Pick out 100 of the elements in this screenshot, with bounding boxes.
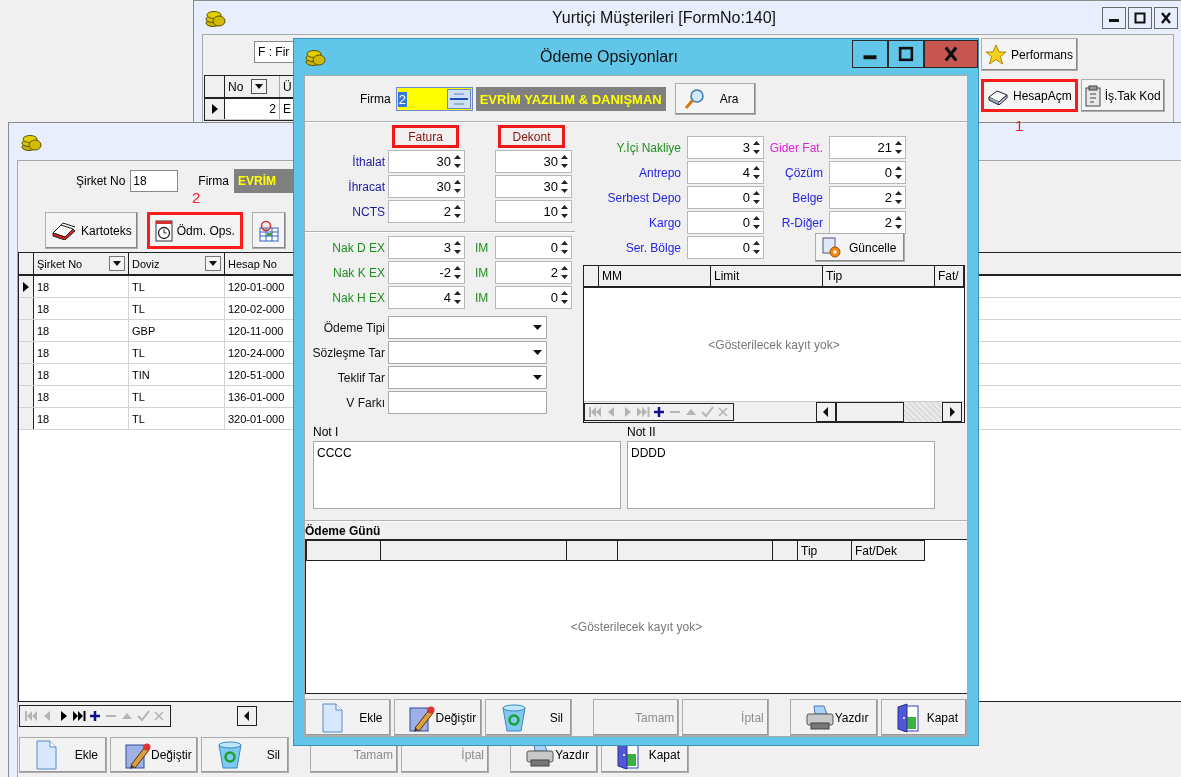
check-icon[interactable]	[136, 708, 150, 723]
spin-field[interactable]: 3	[388, 236, 465, 259]
minimize-button[interactable]	[1102, 7, 1126, 29]
filter-dropdown-icon[interactable]	[251, 79, 268, 94]
field-label: Belge	[791, 190, 824, 205]
spin-field[interactable]: 0	[687, 186, 764, 209]
action-button[interactable]: Sil	[485, 699, 572, 736]
row-selector[interactable]	[19, 298, 34, 319]
chart-icon	[257, 219, 280, 242]
filter-dropdown-icon[interactable]	[109, 256, 125, 271]
scroll-left-button[interactable]	[816, 402, 836, 422]
column-header[interactable]: No	[225, 76, 280, 97]
dropdown-field[interactable]	[388, 366, 547, 389]
spin-field[interactable]: 2	[829, 211, 906, 234]
column-header[interactable]	[773, 540, 798, 561]
scroll-left-button[interactable]	[237, 705, 257, 726]
field-label: Çözüm	[784, 165, 824, 180]
column-header[interactable]	[306, 540, 381, 561]
column-header[interactable]: Tip	[798, 540, 852, 561]
toolbar-button[interactable]: Performans	[981, 38, 1078, 71]
search-button[interactable]: Ara	[674, 83, 756, 115]
up-down-arrows-icon	[895, 140, 902, 155]
spin-field[interactable]: 2	[388, 200, 465, 223]
spin-field[interactable]: 2	[829, 186, 906, 209]
empty-message: <Gösterilecek kayıt yok>	[708, 337, 840, 352]
code-field[interactable]: 2	[395, 87, 473, 111]
spin-field[interactable]: 30	[388, 150, 465, 173]
toolbar-button[interactable]: Kartoteks	[45, 212, 138, 249]
spin-field[interactable]: 21	[829, 136, 906, 159]
lookup-button[interactable]	[446, 89, 471, 109]
spin-field[interactable]: 30	[388, 175, 465, 198]
spin-field[interactable]: 30	[495, 150, 572, 173]
icon-button[interactable]	[251, 212, 286, 249]
up-down-arrows-icon	[895, 165, 902, 180]
text-field[interactable]	[388, 391, 547, 414]
row-selector[interactable]	[19, 386, 34, 407]
toolbar-button[interactable]: İş.Tak Kod	[1080, 79, 1165, 112]
firm-name-display: EVRİM YAZILIM & DANIŞMAN	[475, 87, 666, 111]
text-field[interactable]: 18	[130, 170, 179, 192]
close-button[interactable]	[1154, 7, 1178, 29]
action-button[interactable]: Değiştir	[394, 699, 483, 736]
action-button[interactable]: Değiştir	[110, 737, 198, 773]
toolbar-button[interactable]: Ödm. Ops.	[146, 212, 243, 249]
spin-field[interactable]: 10	[495, 200, 572, 223]
up-down-arrows-icon	[753, 215, 760, 230]
row-selector[interactable]	[19, 342, 34, 363]
spin-field[interactable]: 30	[495, 175, 572, 198]
spin-field[interactable]: 0	[687, 211, 764, 234]
dropdown-field[interactable]	[388, 341, 547, 364]
spin-field[interactable]: 0	[495, 236, 572, 259]
action-button[interactable]: Sil	[201, 737, 289, 773]
row-selector[interactable]	[19, 364, 34, 385]
field-label: Sözleşme Tar	[311, 345, 386, 360]
filter-dropdown-icon[interactable]	[205, 256, 221, 271]
scroll-right-button[interactable]	[942, 402, 962, 422]
spin-field[interactable]: 4	[687, 161, 764, 184]
spin-field[interactable]: -2	[388, 261, 465, 284]
column-header[interactable]: Limit	[711, 266, 823, 286]
column-header[interactable]	[567, 540, 618, 561]
check-icon[interactable]	[700, 405, 714, 419]
column-header[interactable]: MM	[599, 266, 711, 286]
spin-field[interactable]: 0	[829, 161, 906, 184]
column-header[interactable]	[381, 540, 567, 561]
field-label: Teklif Tar	[336, 370, 386, 385]
spin-field[interactable]: 2	[495, 261, 572, 284]
action-button[interactable]: Yazdır	[789, 699, 878, 736]
column-header[interactable]: Fat/	[935, 266, 964, 286]
memo-field[interactable]: DDDD	[627, 441, 935, 509]
recycle-bin-icon	[500, 703, 529, 732]
row-selector[interactable]	[19, 276, 34, 297]
plus-icon[interactable]	[652, 405, 666, 419]
toolbar-button[interactable]: HesapAçm	[981, 79, 1078, 112]
row-selector[interactable]	[19, 408, 34, 429]
dropdown-field[interactable]	[388, 316, 547, 339]
maximize-button[interactable]	[888, 40, 924, 68]
spin-field[interactable]: 4	[388, 286, 465, 309]
spin-field[interactable]: 0	[687, 236, 764, 259]
skip-last-icon[interactable]	[72, 708, 86, 723]
maximize-button[interactable]	[1128, 7, 1152, 29]
row-selector[interactable]	[205, 99, 225, 119]
plus-icon[interactable]	[88, 708, 102, 723]
memo-field[interactable]: CCCC	[313, 441, 621, 509]
scroll-thumb[interactable]	[836, 402, 904, 422]
spin-field[interactable]: 0	[495, 286, 572, 309]
action-button[interactable]: Ekle	[305, 699, 392, 736]
column-header[interactable]: Fat/Dek	[852, 540, 925, 561]
column-header[interactable]: Doviz	[129, 253, 225, 274]
table-cell: TL	[129, 276, 225, 297]
update-button[interactable]: Güncelle	[815, 233, 905, 262]
column-header[interactable]	[618, 540, 773, 561]
minimize-button[interactable]	[852, 40, 888, 68]
action-button[interactable]: Kapat	[880, 699, 968, 736]
column-header[interactable]: Şirket No	[34, 253, 129, 274]
up-down-arrows-icon	[454, 204, 461, 219]
column-header[interactable]: Ü	[280, 76, 295, 97]
row-selector[interactable]	[19, 320, 34, 341]
action-button[interactable]: Ekle	[19, 737, 107, 773]
column-header[interactable]: Tip	[823, 266, 935, 286]
column-label: Dekont	[498, 125, 565, 148]
spin-field[interactable]: 3	[687, 136, 764, 159]
